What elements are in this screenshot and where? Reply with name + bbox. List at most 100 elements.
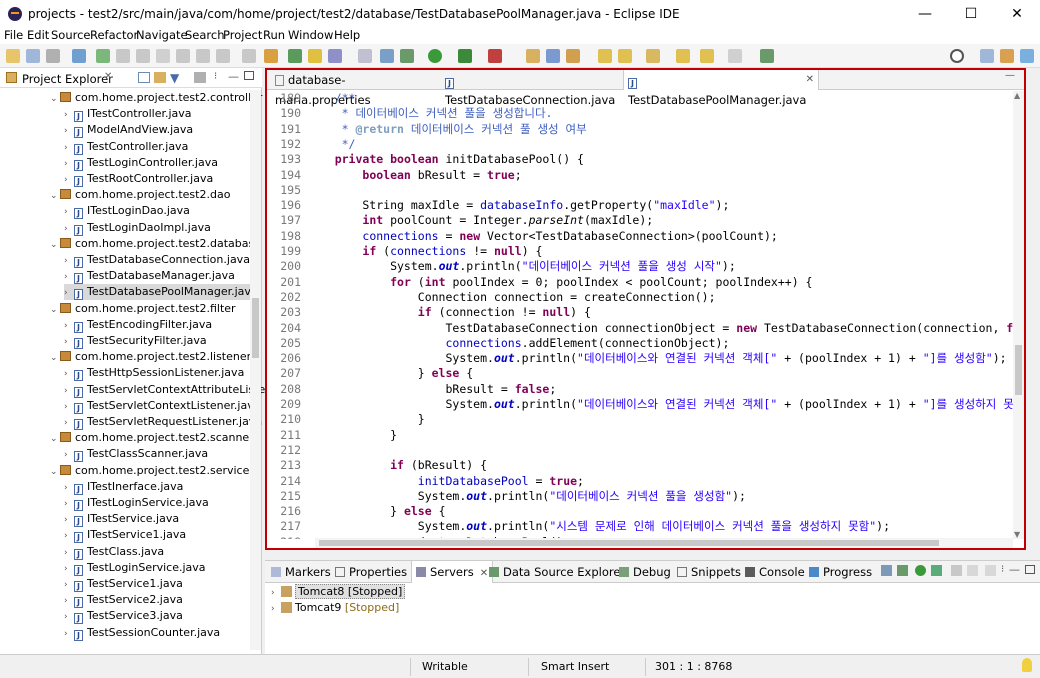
menu-navigate[interactable]: Navigate [136,28,188,42]
code-line[interactable]: 194 boolean bResult = true; [267,168,1013,183]
step-over-icon[interactable] [196,49,210,63]
chevron-right-icon[interactable]: › [64,626,74,642]
back-icon[interactable] [700,49,714,63]
code-line[interactable]: 213 if (bResult) { [267,458,1013,473]
last-edit-icon[interactable] [676,49,690,63]
tab-test-database-connection[interactable]: JTestDatabaseConnection.java [441,70,623,107]
file-node[interactable]: › J TestServletContextListener.java [64,398,260,414]
editor-scroll-thumb[interactable] [1015,345,1022,395]
drop-to-frame-icon[interactable] [242,49,256,63]
step-into-icon[interactable] [176,49,190,63]
chevron-right-icon[interactable]: › [64,107,74,123]
chevron-right-icon[interactable]: › [64,253,74,269]
file-node[interactable]: › J TestRootController.java [64,171,213,187]
file-node[interactable]: › J TestSecurityFilter.java [64,333,207,349]
tab-debug[interactable]: Debug [619,565,671,579]
chevron-right-icon[interactable]: › [271,601,281,617]
file-node[interactable]: › J TestEncodingFilter.java [64,317,212,333]
file-node[interactable]: › J ITestService.java [64,511,179,528]
code-line[interactable]: 214 initDatabasePool = true; [267,474,1013,489]
file-node[interactable]: › J ITestController.java [64,106,192,123]
chevron-right-icon[interactable]: › [64,269,74,285]
file-node[interactable]: › J ITestService1.java [64,527,186,544]
block-selection-icon[interactable] [328,49,342,63]
profile-icon[interactable] [931,565,942,576]
code-line[interactable]: 199 if (connections != null) { [267,244,1013,259]
file-node[interactable]: › J TestDatabaseManager.java [64,268,235,285]
package-node[interactable]: ⌄ com.home.project.test2.dao [50,187,230,203]
collapse-icon[interactable] [881,565,892,576]
package-node[interactable]: ⌄ com.home.project.test2.scanner [50,430,254,446]
resume-icon[interactable] [96,49,110,63]
code-line[interactable]: 201 for (int poolIndex = 0; poolIndex < … [267,275,1013,290]
code-line[interactable]: 206 System.out.println("데이터베이스와 연결된 커넥션 … [267,351,1013,366]
server-row-tomcat9[interactable]: › Tomcat9 [Stopped] [271,600,399,617]
file-node[interactable]: › J TestServletContextAttributeListe [64,382,265,398]
file-node[interactable]: › J ITestInerface.java [64,479,183,495]
chevron-right-icon[interactable]: › [64,609,74,625]
more-icon[interactable]: ⁝ [214,71,217,82]
chevron-down-icon[interactable]: ⌄ [50,431,60,447]
disconnect-icon[interactable] [156,49,170,63]
package-node[interactable]: ⌄ com.home.project.test2.controller [50,90,262,106]
file-node[interactable]: › J TestDatabasePoolManager.java [64,284,258,301]
scroll-down-icon[interactable]: ▼ [1014,530,1020,539]
chevron-right-icon[interactable]: › [64,561,74,577]
file-node[interactable]: › J TestSessionCounter.java [64,625,220,641]
tab-progress[interactable]: Progress [809,565,872,579]
maximize-button[interactable]: ☐ [948,0,994,28]
debug-icon[interactable] [400,49,414,63]
debug-perspective-icon[interactable] [1020,49,1034,63]
skip-breakpoints-icon[interactable] [72,49,86,63]
code-line[interactable]: 204 TestDatabaseConnection connectionObj… [267,321,1013,336]
chevron-right-icon[interactable]: › [64,415,74,431]
editor-hscroll-thumb[interactable] [319,540,939,546]
publish-icon[interactable] [967,565,978,576]
minimize-editor-icon[interactable]: — [1005,70,1015,81]
file-node[interactable]: › J ModelAndView.java [64,122,193,139]
file-node[interactable]: › J TestDatabaseConnection.java [64,252,250,268]
chevron-right-icon[interactable]: › [64,221,74,237]
explorer-scroll-thumb[interactable] [252,298,259,358]
mark-occurrences-icon[interactable] [308,49,322,63]
explorer-scrollbar[interactable] [250,90,261,650]
new-package-icon[interactable] [546,49,560,63]
chevron-right-icon[interactable]: › [64,172,74,188]
chevron-down-icon[interactable]: ⌄ [50,91,60,107]
menu-edit[interactable]: Edit [27,28,49,42]
file-node[interactable]: › J ITestLoginDao.java [64,203,190,220]
chevron-right-icon[interactable]: › [64,528,74,544]
save-icon[interactable] [26,49,40,63]
chevron-right-icon[interactable]: › [64,318,74,334]
tab-database-maria-properties[interactable]: database-maria.properties [271,70,441,107]
close-icon[interactable]: ✕ [104,71,112,82]
package-node[interactable]: ⌄ com.home.project.test2.listener [50,349,251,365]
code-line[interactable]: 210 } [267,412,1013,427]
show-whitespace-icon[interactable] [358,49,372,63]
start-debug-icon[interactable] [897,565,908,576]
package-node[interactable]: ⌄ com.home.project.test2.database [50,236,261,252]
package-node[interactable]: ⌄ com.home.project.test2.filter [50,301,236,317]
close-button[interactable]: ✕ [994,0,1040,28]
close-tab-icon[interactable]: ✕ [806,70,814,90]
new-java-project-icon[interactable] [526,49,540,63]
file-node[interactable]: › J TestServletRequestListener.java [64,414,262,430]
tab-markers[interactable]: Markers [271,565,331,579]
chevron-right-icon[interactable]: › [64,399,74,415]
chevron-down-icon[interactable]: ⌄ [50,237,60,253]
forward-icon[interactable] [728,49,742,63]
code-line[interactable]: 192 */ [267,137,1013,152]
view-menu-icon[interactable] [194,72,206,83]
step-return-icon[interactable] [216,49,230,63]
code-area[interactable]: 189 /** 190 * 데이터베이스 커넥션 풀을 생성합니다. 191 * @… [267,91,1013,539]
chevron-down-icon[interactable]: ⌄ [50,302,60,318]
chevron-right-icon[interactable]: › [64,383,74,399]
menu-window[interactable]: Window [288,28,333,42]
file-node[interactable]: › J TestLoginController.java [64,155,218,171]
chevron-right-icon[interactable]: › [64,204,74,220]
code-line[interactable]: 209 System.out.println("데이터베이스와 연결된 커넥션 … [267,397,1013,412]
external-tools-icon[interactable] [488,49,502,63]
next-annotation-icon[interactable] [618,49,632,63]
code-line[interactable]: 193 private boolean initDatabasePool() { [267,152,1013,167]
search-icon[interactable] [950,49,964,63]
